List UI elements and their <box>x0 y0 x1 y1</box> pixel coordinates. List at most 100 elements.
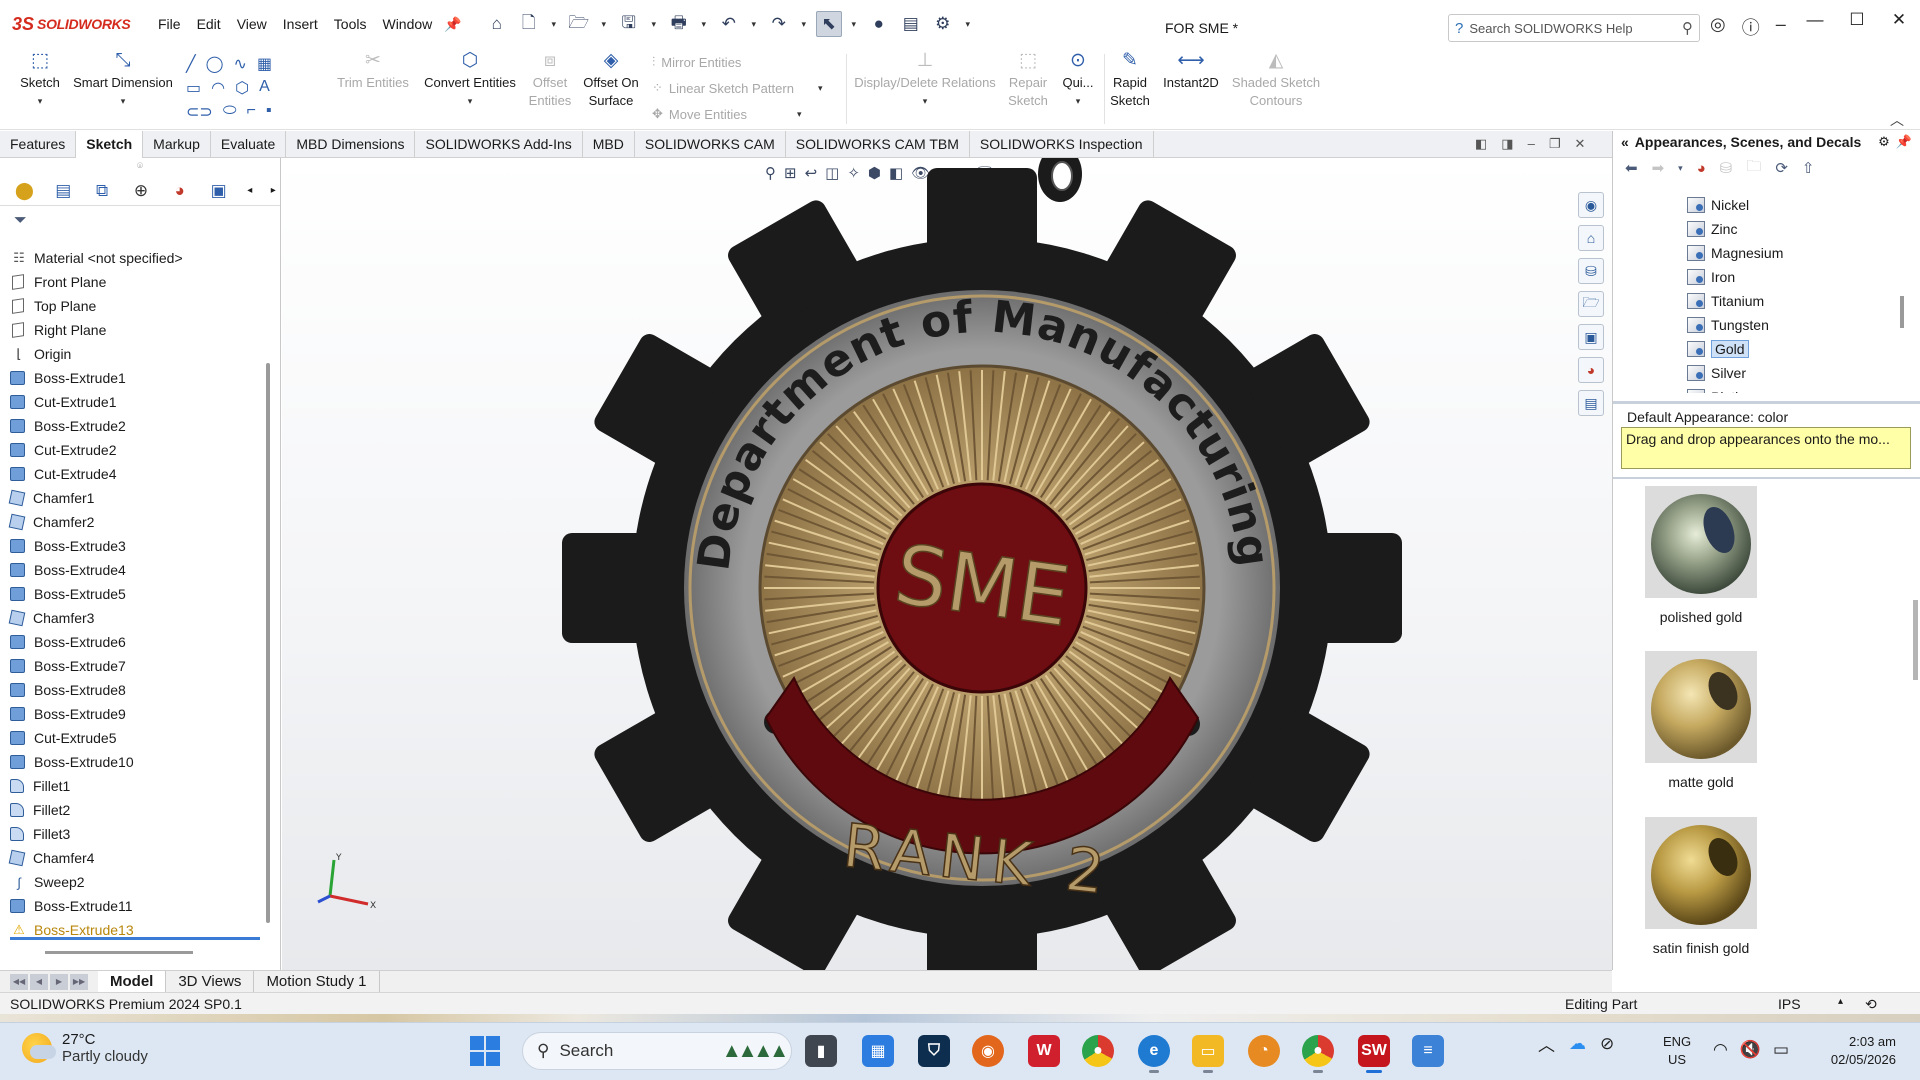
shaded-sketch-contours-button[interactable]: ◭ Shaded Sketch Contours <box>1228 51 1324 110</box>
solidworks-logo[interactable]: 3S SOLIDWORKS <box>0 14 150 35</box>
quick-snaps-dropdown-icon[interactable]: ▾ <box>1058 92 1098 114</box>
tree-node[interactable]: Chamfer3 <box>0 606 270 630</box>
start-button[interactable] <box>470 1036 500 1066</box>
material-folder-item[interactable]: Tungsten <box>1613 313 1909 337</box>
chrome-icon[interactable]: ● <box>1082 1035 1114 1067</box>
convert-entities-button[interactable]: ⬡ Convert Entities ▾ <box>418 51 522 114</box>
appearance-ball-icon[interactable]: ◕ <box>1697 160 1706 177</box>
tab-3d-views[interactable]: 3D Views <box>166 970 255 993</box>
options-dropdown-icon[interactable]: ▾ <box>962 11 974 37</box>
tree-node[interactable]: Cut-Extrude4 <box>0 462 270 486</box>
minimize-ribbon-icon[interactable]: – <box>1776 14 1786 40</box>
tab-motion-study-1[interactable]: Motion Study 1 <box>254 970 380 993</box>
mirror-entities-button[interactable]: ⫶ Mirror Entities <box>652 54 741 70</box>
rectangle-icon[interactable]: ▭ <box>186 78 201 98</box>
pane-pin-icon[interactable]: 📌 <box>1896 134 1912 150</box>
search-icon[interactable]: ⚲ <box>1682 19 1693 37</box>
ellipse-icon[interactable]: ⬭ <box>223 102 237 122</box>
tree-node[interactable]: Chamfer1 <box>0 486 270 510</box>
text-icon[interactable]: A <box>259 78 270 98</box>
tree-node[interactable]: Boss-Extrude5 <box>0 582 270 606</box>
menu-insert[interactable]: Insert <box>275 16 326 32</box>
tree-horizontal-scrollbar[interactable] <box>45 951 193 954</box>
home-tab-icon[interactable]: ⌂ <box>1578 225 1604 251</box>
repair-sketch-button[interactable]: ⬚ Repair Sketch <box>1004 51 1052 110</box>
material-folder-item[interactable]: Silver <box>1613 361 1909 385</box>
line-icon[interactable]: ╱ <box>186 54 196 74</box>
menu-tools[interactable]: Tools <box>326 16 375 32</box>
dimxpertmanager-tab-icon[interactable]: ⊕ <box>127 178 156 204</box>
sketch-dropdown-icon[interactable]: ▾ <box>18 92 62 114</box>
move-dropdown-icon[interactable]: ▾ <box>797 109 802 120</box>
cam-tab-icon[interactable]: ▣ <box>204 178 233 204</box>
tree-node[interactable]: Chamfer4 <box>0 846 270 870</box>
tree-node[interactable]: Boss-Extrude8 <box>0 678 270 702</box>
fillet-sketch-icon[interactable]: ⌐ <box>246 102 255 122</box>
swatch-polished-gold[interactable]: polished gold <box>1645 486 1757 625</box>
smart-dimension-dropdown-icon[interactable]: ▾ <box>68 92 178 114</box>
maximize-icon[interactable]: ☐ <box>1836 10 1878 30</box>
tile-left-icon[interactable]: ◧ <box>1475 136 1487 152</box>
panel-grip[interactable]: ⌾ <box>0 158 280 176</box>
tree-node[interactable]: Front Plane <box>0 270 270 294</box>
doc-minimize-icon[interactable]: – <box>1528 136 1535 152</box>
home-icon[interactable]: ⌂ <box>484 11 510 37</box>
instant2d-button[interactable]: ⟷ Instant2D <box>1158 51 1224 92</box>
sketch-box-icon[interactable]: ▦ <box>257 54 272 74</box>
pane-options-gear-icon[interactable]: ⚙ <box>1878 134 1890 150</box>
circle-icon[interactable]: ◯ <box>206 54 224 74</box>
select-pointer-icon[interactable]: ⬉ <box>815 11 842 37</box>
graphics-area[interactable]: ⚲ ⊞ ↩ ◫ ✧ ⬢ ◧ 👁 ◕ ▨ 🖵 <box>282 158 1612 970</box>
minimize-icon[interactable]: — <box>1794 10 1836 30</box>
edge-icon[interactable]: e <box>1138 1035 1170 1073</box>
options-gear-icon[interactable]: ⚙ <box>930 11 956 37</box>
taskbar-search[interactable]: ⚲ Search ▲▲▲▲ <box>522 1032 792 1070</box>
tree-node[interactable]: Boss-Extrude1 <box>0 366 270 390</box>
sketch-button[interactable]: ⬚ Sketch ▾ <box>18 51 62 114</box>
last-tab-icon[interactable]: ▶▶ <box>70 973 88 990</box>
panel-tabs-right-arrow-icon[interactable]: ▸ <box>267 178 280 204</box>
propertymanager-tab-icon[interactable]: ▤ <box>49 178 78 204</box>
tree-node[interactable]: Fillet3 <box>0 822 270 846</box>
save-icon[interactable]: 🖫 <box>616 11 642 37</box>
tab-mbd[interactable]: MBD <box>583 131 635 158</box>
swatch-satin-finish-gold[interactable]: satin finish gold <box>1645 817 1757 956</box>
show-hidden-icons-chevron-icon[interactable]: ︿ <box>1538 1031 1555 1056</box>
task-view-icon[interactable]: ▮ <box>805 1035 837 1067</box>
featuremanager-tab-icon[interactable]: ⬤ <box>10 178 39 204</box>
relations-dropdown-icon[interactable]: ▾ <box>850 92 1000 114</box>
arc-icon[interactable]: ◠ <box>211 78 225 98</box>
offset-entities-button[interactable]: ⧈ Offset Entities <box>526 51 574 110</box>
doc-close-icon[interactable]: ✕ <box>1574 136 1585 152</box>
tree-node[interactable]: Boss-Extrude4 <box>0 558 270 582</box>
tree-node[interactable]: Chamfer2 <box>0 510 270 534</box>
pattern-dropdown-icon[interactable]: ▾ <box>818 83 823 94</box>
tree-node[interactable]: Fillet1 <box>0 774 270 798</box>
pane-divider[interactable] <box>1613 477 1920 479</box>
tree-node[interactable]: Cut-Extrude2 <box>0 438 270 462</box>
network-disconnected-icon[interactable]: ⊘ <box>1600 1034 1614 1054</box>
select-dropdown-icon[interactable]: ▾ <box>848 11 860 37</box>
tree-node[interactable]: Boss-Extrude10 <box>0 750 270 774</box>
back-arrow-icon[interactable]: ⬅ <box>1625 159 1638 177</box>
units-dropdown-icon[interactable]: ▴ <box>1838 996 1843 1007</box>
tree-node[interactable]: Top Plane <box>0 294 270 318</box>
solidworks-resources-icon[interactable]: ◉ <box>1578 192 1604 218</box>
first-tab-icon[interactable]: ◀◀ <box>10 973 28 990</box>
rollback-bar[interactable] <box>10 937 260 940</box>
chrome-profile-icon[interactable]: ● <box>1302 1035 1334 1073</box>
file-properties-icon[interactable]: ▤ <box>898 11 924 37</box>
quick-snaps-button[interactable]: ⊙ Qui... ▾ <box>1058 51 1098 114</box>
tab-solidworks-inspection[interactable]: SOLIDWORKS Inspection <box>970 131 1154 158</box>
tab-solidworks-add-ins[interactable]: SOLIDWORKS Add-Ins <box>415 131 583 158</box>
task-pane-scrollbar[interactable] <box>1913 600 1918 680</box>
save-dropdown-icon[interactable]: ▾ <box>648 11 660 37</box>
swatch-matte-gold[interactable]: matte gold <box>1645 651 1757 790</box>
microsoft-store-icon[interactable]: ▦ <box>862 1035 894 1067</box>
help-search-input[interactable]: Search SOLIDWORKS Help <box>1469 21 1632 36</box>
move-entities-button[interactable]: ✥ Move Entities ▾ <box>652 106 801 122</box>
tree-node[interactable]: Boss-Extrude9 <box>0 702 270 726</box>
unit-system-selector[interactable]: IPS <box>1778 996 1801 1012</box>
refresh-icon[interactable]: ⟳ <box>1775 159 1788 177</box>
menu-window[interactable]: Window <box>374 16 440 32</box>
